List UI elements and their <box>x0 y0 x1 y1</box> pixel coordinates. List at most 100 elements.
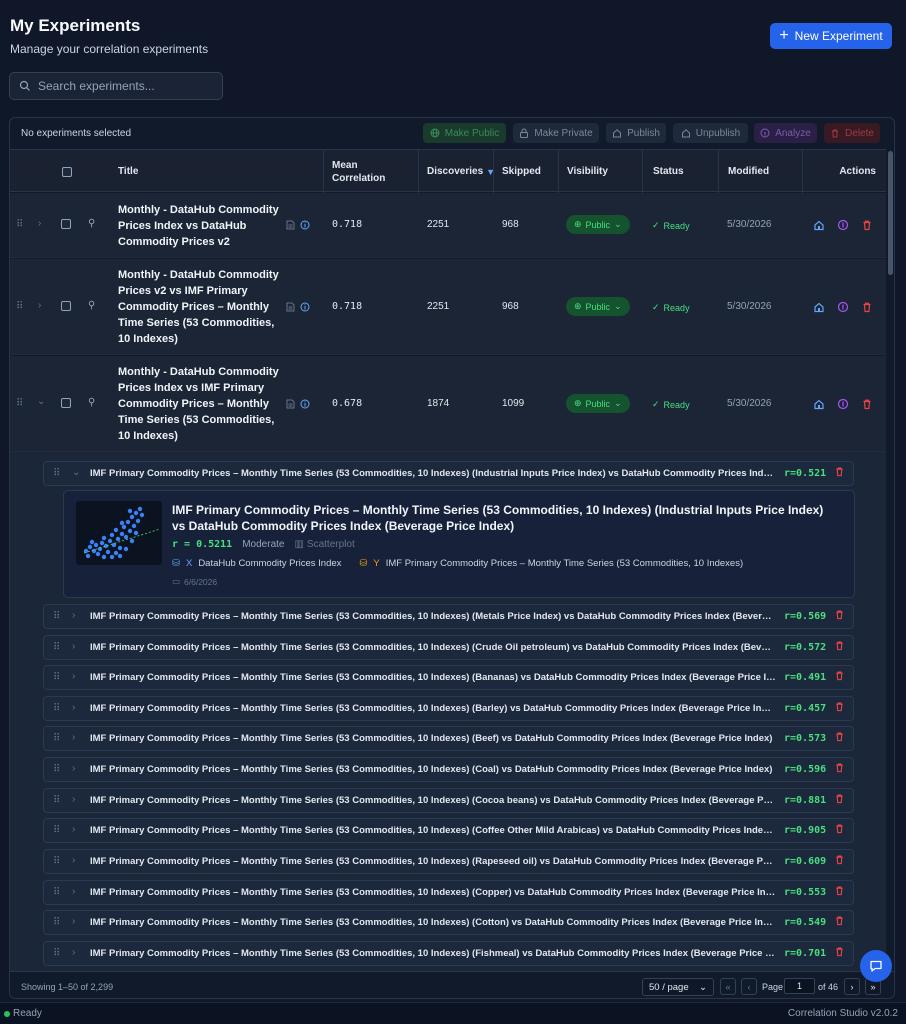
drag-handle-icon[interactable]: ⠿ <box>53 764 60 775</box>
chevron-right-icon[interactable]: › <box>72 824 75 835</box>
chevron-right-icon[interactable]: › <box>72 794 75 805</box>
chevron-right-icon[interactable]: › <box>72 732 75 743</box>
discovery-title[interactable]: IMF Primary Commodity Prices – Monthly T… <box>90 917 776 928</box>
discovery-title[interactable]: IMF Primary Commodity Prices – Monthly T… <box>90 764 776 775</box>
pin-icon[interactable]: ⚲ <box>88 397 95 408</box>
trash-icon[interactable] <box>834 885 845 896</box>
make-public-button[interactable]: Make Public <box>423 123 506 143</box>
table-scrollbar[interactable] <box>886 149 894 971</box>
drag-handle-icon[interactable]: ⠿ <box>53 795 60 806</box>
chevron-right-icon[interactable]: › <box>38 300 41 311</box>
trash-icon[interactable] <box>834 793 845 804</box>
discovery-row[interactable]: ⠿ › IMF Primary Commodity Prices – Monthl… <box>43 788 854 813</box>
next-page-button[interactable]: › <box>844 978 860 995</box>
chevron-down-icon[interactable]: ⌄ <box>37 396 45 407</box>
visibility-dropdown[interactable]: ⊕ Public ⌄ <box>566 215 630 234</box>
chevron-right-icon[interactable]: › <box>38 218 41 229</box>
trash-icon[interactable] <box>861 301 873 313</box>
discovery-row[interactable]: ⠿ › IMF Primary Commodity Prices – Monthl… <box>43 604 854 629</box>
discovery-title[interactable]: IMF Primary Commodity Prices – Monthly T… <box>90 887 776 898</box>
discovery-row[interactable]: ⠿ › IMF Primary Commodity Prices – Monthl… <box>43 880 854 905</box>
publish-button[interactable]: Publish <box>606 123 666 143</box>
drag-handle-icon[interactable]: ⠿ <box>53 642 60 653</box>
discovery-row[interactable]: ⠿ › IMF Primary Commodity Prices – Monthl… <box>43 635 854 660</box>
info-icon[interactable] <box>300 399 310 409</box>
per-page-select[interactable]: 50 / page ⌄ <box>642 978 714 996</box>
discovery-title[interactable]: IMF Primary Commodity Prices – Monthly T… <box>90 672 776 683</box>
discovery-title[interactable]: IMF Primary Commodity Prices – Monthly T… <box>90 733 776 744</box>
analyze-icon[interactable] <box>837 398 849 410</box>
publish-icon[interactable] <box>813 398 825 410</box>
drag-handle-icon[interactable]: ⠿ <box>53 825 60 836</box>
trash-icon[interactable] <box>834 640 845 651</box>
document-icon[interactable] <box>286 302 295 312</box>
discovery-row[interactable]: ⠿ › IMF Primary Commodity Prices – Monthl… <box>43 726 854 751</box>
discovery-row[interactable]: ⠿ › IMF Primary Commodity Prices – Monthl… <box>43 818 854 843</box>
drag-handle-icon[interactable]: ⠿ <box>53 468 60 479</box>
scatterplot-thumbnail[interactable] <box>76 501 162 565</box>
trash-icon[interactable] <box>834 823 845 834</box>
pin-icon[interactable]: ⚲ <box>88 300 95 311</box>
discovery-row-expanded[interactable]: ⠿ ⌄ IMF Primary Commodity Prices – Month… <box>43 461 854 486</box>
drag-handle-icon[interactable]: ⠿ <box>53 887 60 898</box>
trash-icon[interactable] <box>861 219 873 231</box>
discovery-row[interactable]: ⠿ › IMF Primary Commodity Prices – Monthl… <box>43 665 854 690</box>
col-visibility[interactable]: Visibility <box>558 150 642 193</box>
chevron-right-icon[interactable]: › <box>72 641 75 652</box>
publish-icon[interactable] <box>813 301 825 313</box>
discovery-row[interactable]: ⠿ › IMF Primary Commodity Prices – Monthl… <box>43 757 854 782</box>
drag-handle-icon[interactable]: ⠿ <box>16 398 23 409</box>
discovery-title[interactable]: IMF Primary Commodity Prices – Monthly T… <box>90 948 776 959</box>
row-checkbox[interactable] <box>61 219 71 229</box>
trash-icon[interactable] <box>834 466 845 477</box>
chevron-right-icon[interactable]: › <box>72 702 75 713</box>
col-mean-correlation[interactable]: Mean Correlation <box>323 150 410 193</box>
experiment-row[interactable]: ⠿ › ⚲ Monthly - DataHub Commodity Prices… <box>10 259 886 355</box>
discovery-title[interactable]: IMF Primary Commodity Prices – Monthly T… <box>90 825 776 836</box>
trash-icon[interactable] <box>861 398 873 410</box>
discovery-row[interactable]: ⠿ › IMF Primary Commodity Prices – Monthl… <box>43 941 854 966</box>
chevron-right-icon[interactable]: › <box>72 855 75 866</box>
drag-handle-icon[interactable]: ⠿ <box>53 948 60 959</box>
discovery-title[interactable]: IMF Primary Commodity Prices – Monthly T… <box>90 642 776 653</box>
discovery-title[interactable]: IMF Primary Commodity Prices – Monthly T… <box>90 611 776 622</box>
drag-handle-icon[interactable]: ⠿ <box>53 703 60 714</box>
row-checkbox[interactable] <box>61 301 71 311</box>
trash-icon[interactable] <box>834 701 845 712</box>
new-experiment-button[interactable]: + New Experiment <box>770 23 892 49</box>
discovery-row[interactable]: ⠿ › IMF Primary Commodity Prices – Monthl… <box>43 849 854 874</box>
col-skipped[interactable]: Skipped <box>493 150 558 193</box>
trash-icon[interactable] <box>834 915 845 926</box>
pin-icon[interactable]: ⚲ <box>88 218 95 229</box>
info-icon[interactable] <box>300 302 310 312</box>
experiment-row[interactable]: ⠿ › ⚲ Monthly - DataHub Commodity Prices… <box>10 193 886 258</box>
discovery-row[interactable]: ⠿ › IMF Primary Commodity Prices – Monthl… <box>43 696 854 721</box>
drag-handle-icon[interactable]: ⠿ <box>16 219 23 230</box>
chevron-right-icon[interactable]: › <box>72 671 75 682</box>
discovery-row[interactable]: ⠿ › IMF Primary Commodity Prices – Monthl… <box>43 910 854 935</box>
analyze-icon[interactable] <box>837 301 849 313</box>
scrollbar-thumb[interactable] <box>888 151 893 275</box>
info-icon[interactable] <box>300 220 310 230</box>
publish-icon[interactable] <box>813 219 825 231</box>
chevron-right-icon[interactable]: › <box>72 610 75 621</box>
discovery-title[interactable]: IMF Primary Commodity Prices – Monthly T… <box>90 468 776 479</box>
discovery-title[interactable]: IMF Primary Commodity Prices – Monthly T… <box>90 856 776 867</box>
col-title[interactable]: Title <box>118 150 318 193</box>
first-page-button[interactable]: « <box>720 978 736 995</box>
discovery-detail-card[interactable]: IMF Primary Commodity Prices – Monthly T… <box>63 490 855 598</box>
trash-icon[interactable] <box>834 670 845 681</box>
page-number-input[interactable]: 1 <box>784 978 815 994</box>
make-private-button[interactable]: Make Private <box>513 123 599 143</box>
trash-icon[interactable] <box>834 946 845 957</box>
discovery-title[interactable]: IMF Primary Commodity Prices – Monthly T… <box>90 703 776 714</box>
discovery-title[interactable]: IMF Primary Commodity Prices – Monthly T… <box>90 795 776 806</box>
col-modified[interactable]: Modified <box>718 150 802 193</box>
chevron-down-icon[interactable]: ⌄ <box>72 467 80 478</box>
analyze-button[interactable]: Analyze <box>754 123 817 143</box>
unpublish-button[interactable]: Unpublish <box>673 123 748 143</box>
row-checkbox[interactable] <box>61 398 71 408</box>
document-icon[interactable] <box>286 399 295 409</box>
document-icon[interactable] <box>286 220 295 230</box>
chat-button[interactable] <box>860 950 892 982</box>
